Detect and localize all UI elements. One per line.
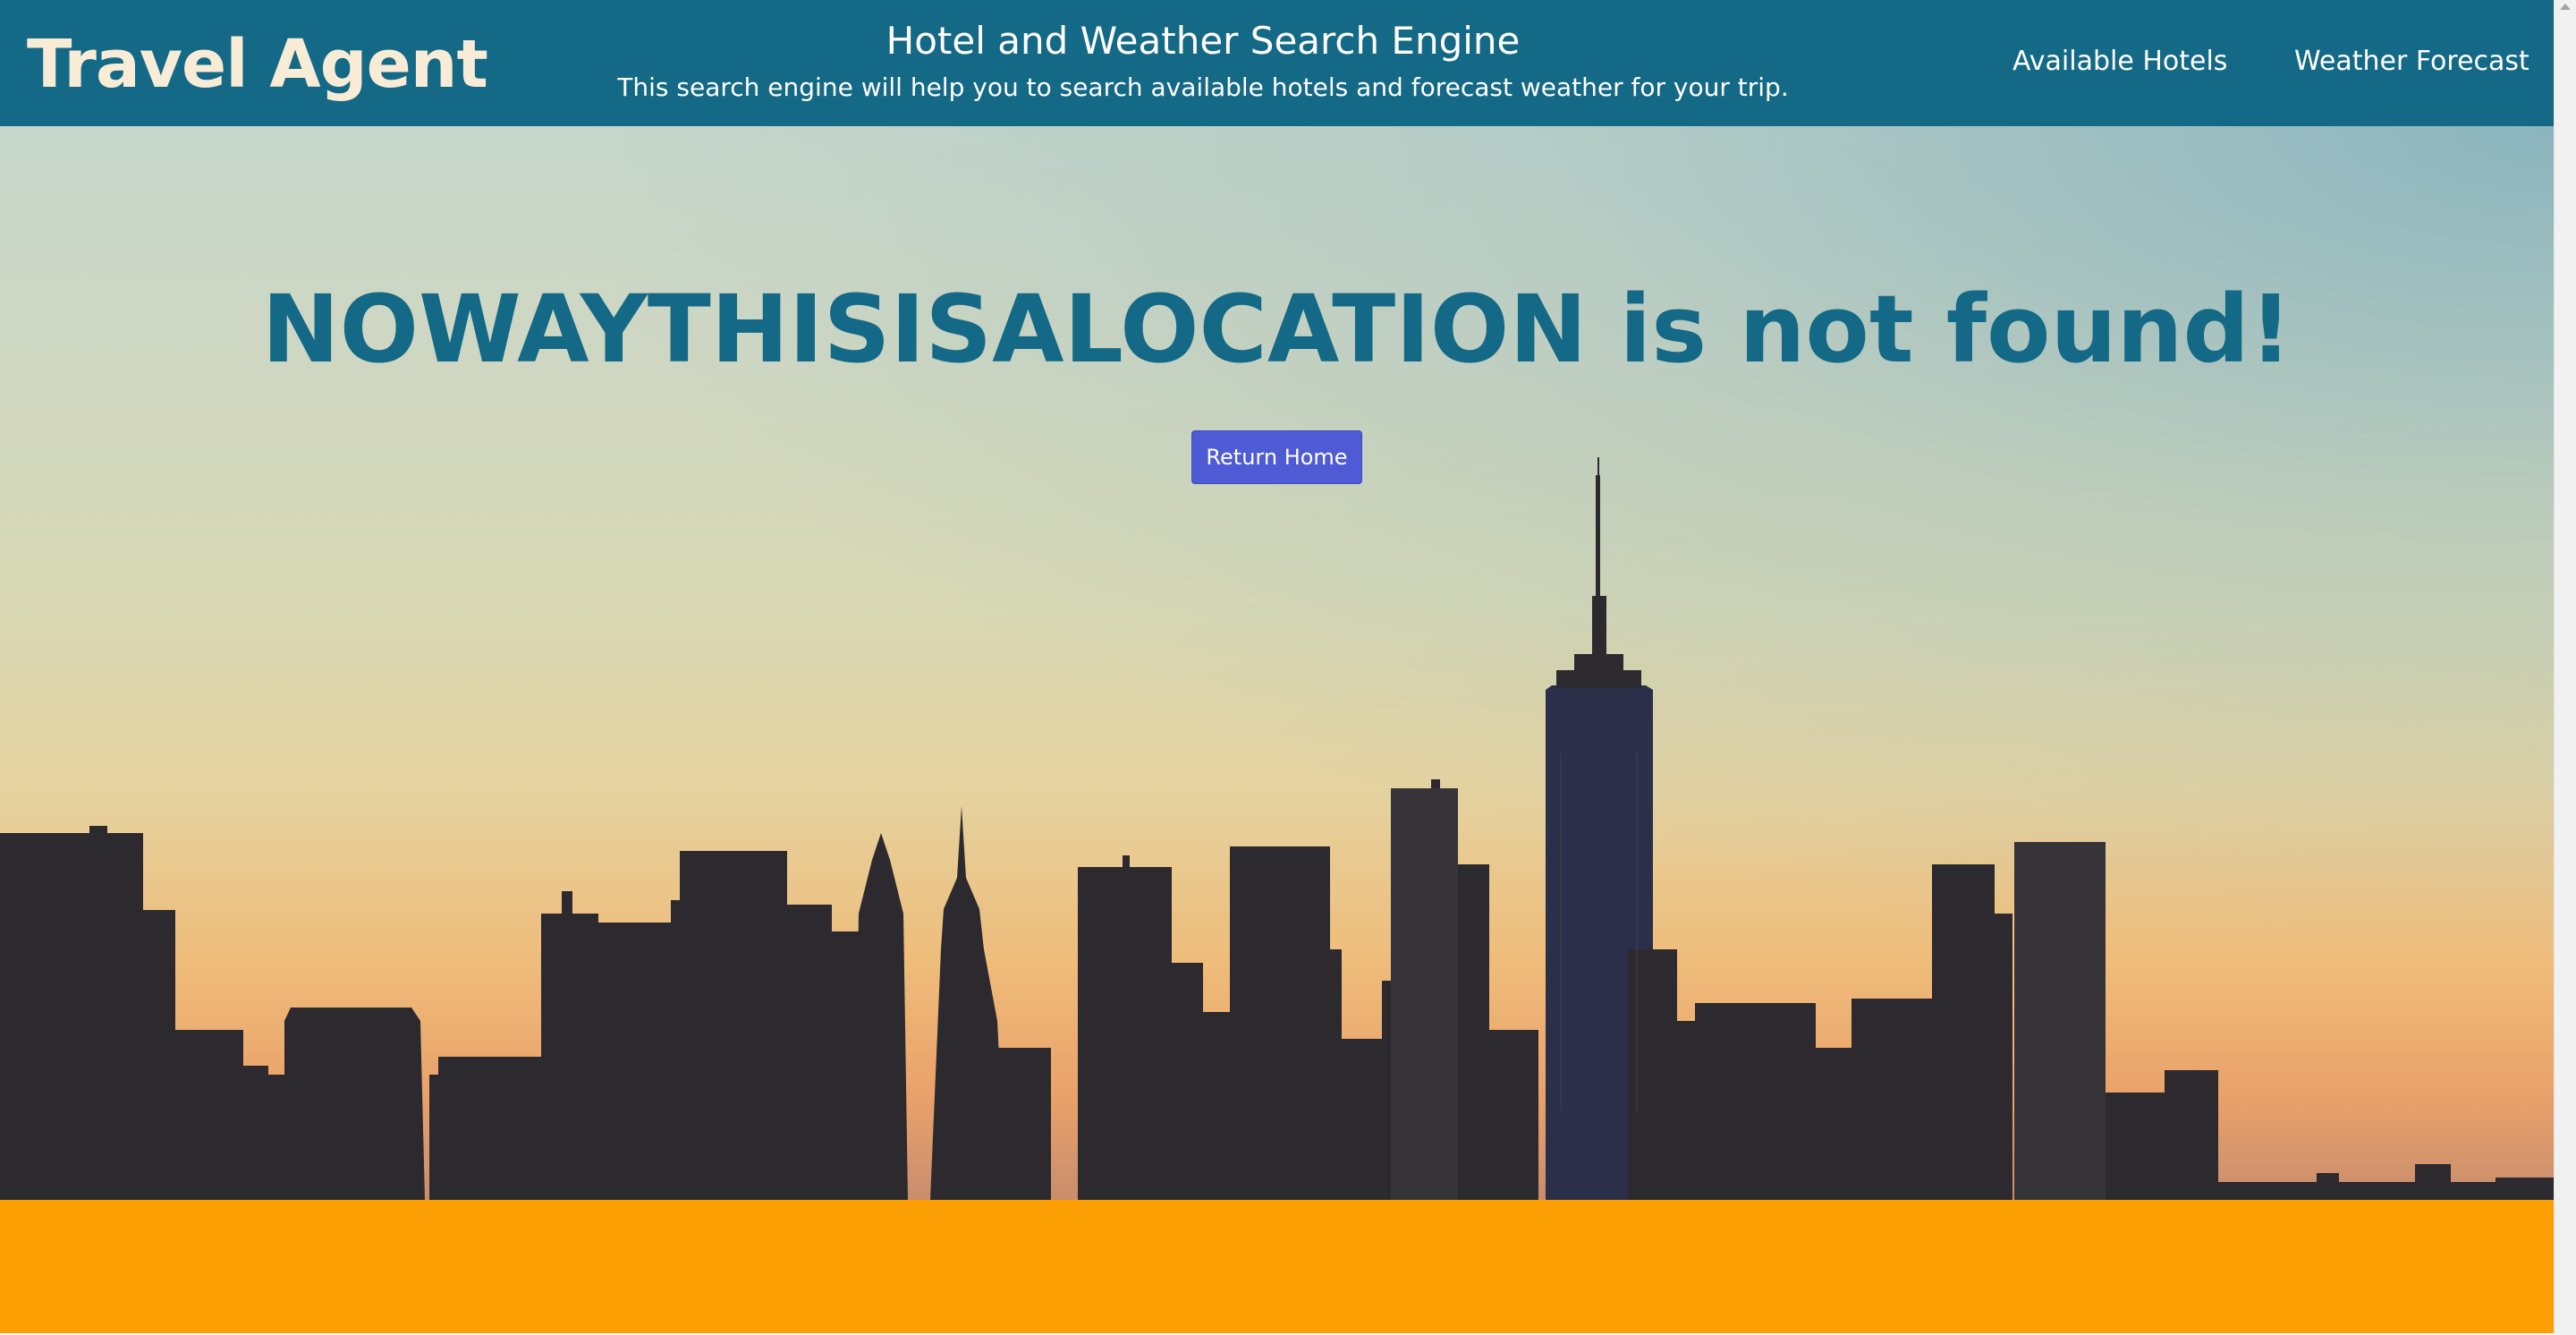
hero-section: NOWAYTHISISALOCATION is not found! Retur… [0,126,2554,1200]
header-subtitle: This search engine will help you to sear… [617,72,1789,102]
nav-available-hotels-link[interactable]: Available Hotels [2012,43,2227,81]
return-home-button[interactable]: Return Home [1191,430,1362,484]
scrollbar-thumb[interactable] [2559,16,2572,1322]
vertical-scrollbar[interactable] [2554,0,2576,1335]
not-found-message: NOWAYTHISISALOCATION is not found! [261,275,2292,384]
header-heading-block: Hotel and Weather Search Engine This sea… [519,16,1887,107]
page: Travel Agent Hotel and Weather Search En… [0,0,2554,1335]
scroll-up-arrow-icon[interactable] [2560,4,2571,10]
brand-logo-text[interactable]: Travel Agent [27,23,488,106]
nav-weather-forecast-link[interactable]: Weather Forecast [2294,43,2529,81]
top-header: Travel Agent Hotel and Weather Search En… [0,0,2554,126]
header-title: Hotel and Weather Search Engine [886,19,1521,63]
footer-bar [0,1200,2554,1333]
